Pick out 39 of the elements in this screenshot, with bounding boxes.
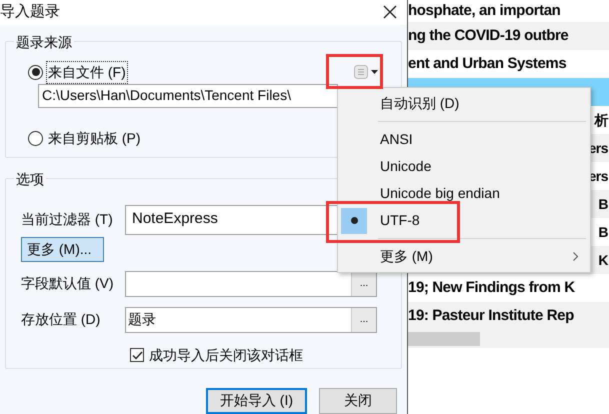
dialog-button[interactable]: 开始导入 (I) [206,388,307,414]
field-label: 存放位置 (D) [21,310,102,330]
list-row-text: B [598,194,608,214]
list-row-text: ent and Urban Systems [408,54,566,74]
scrollbar-thumb[interactable] [408,332,480,346]
encoding-dropdown[interactable] [353,64,379,80]
radio-label: 来自剪贴板 (P) [47,128,142,148]
chevron-icon [573,252,578,261]
list-row-text: ng the COVID-19 outbre [408,26,568,46]
radio-button[interactable] [28,130,43,146]
browse-button[interactable]: ... [351,308,376,332]
checkbox[interactable] [130,348,144,362]
browse-button[interactable]: ... [351,272,376,296]
close-icon[interactable] [383,5,397,20]
menu-item[interactable]: ANSI [338,126,590,153]
submenu-item[interactable]: 更多 (M) [338,243,590,270]
list-row-text: hosphate, an importan [408,0,560,21]
menu-item[interactable]: Unicode [338,153,590,180]
list-row-text: K [598,250,608,270]
window-title: 导入题录 [0,2,60,22]
menu-item[interactable]: 自动识别 (D) [338,90,590,117]
field-label: 字段默认值 (V) [21,274,115,294]
field-label: 当前过滤器 (T) [21,210,114,230]
list-row-text: 析 [594,110,608,130]
radio-button[interactable] [28,64,43,80]
radio-label: 来自文件 (F) [47,62,127,83]
list-row-text: 19: Pasteur Institute Rep [408,306,574,326]
document-icon [354,65,368,80]
caret-icon [371,70,378,74]
dialog-button[interactable]: 关闭 [319,388,397,414]
checkbox-label: 成功导入后关闭该对话框 [149,346,303,365]
menu-item[interactable]: Unicode big endian [338,180,590,207]
default-value-field[interactable]: ... [125,270,377,297]
bullet-icon [350,217,358,224]
path-field[interactable]: C:\Users\Han\Documents\Tencent Files\ [38,84,338,108]
more-button[interactable]: 更多 (M)... [21,236,104,262]
list-row-text: 19; New Findings from K [408,278,575,298]
location-field[interactable]: 题录 ... [125,306,377,333]
list-row-text: B [598,222,608,242]
